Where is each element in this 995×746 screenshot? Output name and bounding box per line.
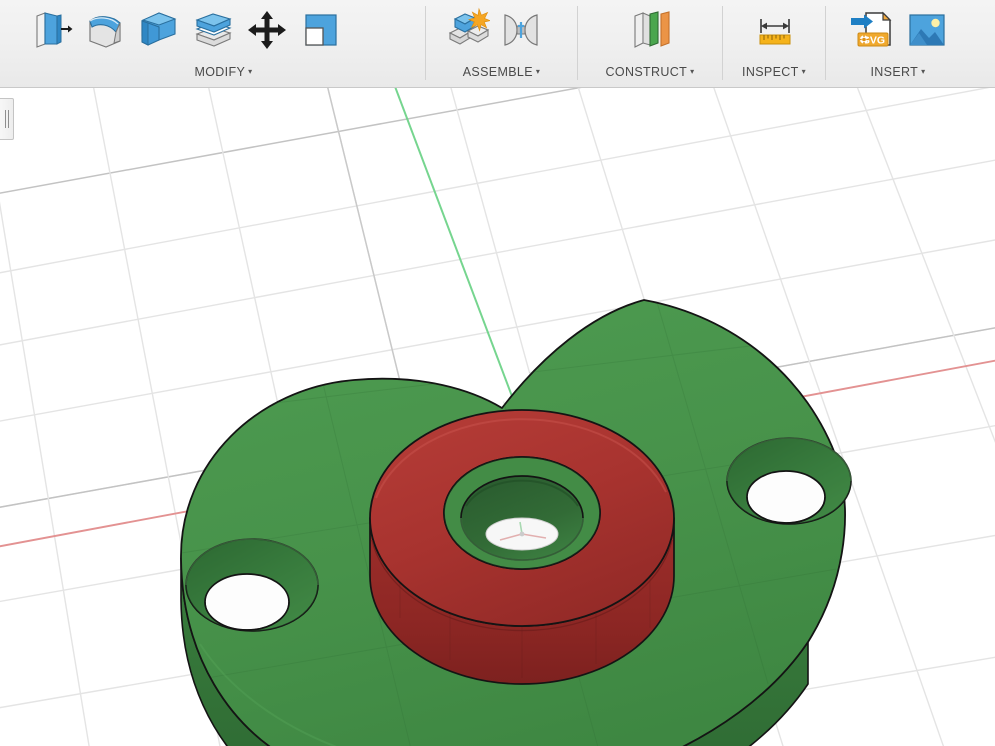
insert-canvas-icon[interactable]: [900, 3, 954, 57]
chevron-down-icon: ▾: [690, 67, 694, 76]
center-through-bore[interactable]: [444, 457, 600, 569]
chevron-down-icon: ▾: [802, 67, 806, 76]
3d-viewport[interactable]: [0, 88, 995, 746]
ribbon-panel-modify: MODIFY▾: [22, 0, 425, 88]
offset-plane-icon[interactable]: [624, 3, 678, 57]
ribbon-panel-inspect: INSPECT▾: [725, 0, 823, 88]
panel-divider: [425, 6, 426, 80]
align-icon[interactable]: [294, 3, 348, 57]
grip-line: [5, 110, 6, 128]
ribbon-panel-insert: SVG: [828, 0, 968, 88]
collapse-browser-panel-handle[interactable]: [0, 98, 14, 140]
ribbon-panel-label-inspect[interactable]: INSPECT▾: [725, 65, 823, 79]
ribbon-panel-label-modify[interactable]: MODIFY▾: [22, 65, 425, 79]
chevron-down-icon: ▾: [248, 67, 252, 76]
panel-label-text: CONSTRUCT: [606, 65, 688, 79]
press-pull-icon[interactable]: [24, 3, 78, 57]
panel-label-text: ASSEMBLE: [463, 65, 533, 79]
chevron-down-icon: ▾: [921, 67, 925, 76]
countersunk-hole-left[interactable]: [186, 539, 318, 631]
countersunk-hole-right[interactable]: [727, 438, 851, 524]
split-body-icon[interactable]: [186, 3, 240, 57]
ribbon-panel-label-insert[interactable]: INSERT▾: [828, 65, 968, 79]
cad-application-window: { "ribbon": { "panels": [ { "id": "modif…: [0, 0, 995, 746]
new-component-icon[interactable]: [440, 3, 494, 57]
move-copy-icon[interactable]: [240, 3, 294, 57]
panel-label-text: INSPECT: [742, 65, 799, 79]
ribbon-toolbar: MODIFY▾: [0, 0, 995, 88]
joint-icon[interactable]: [494, 3, 548, 57]
panel-divider: [825, 6, 826, 80]
ribbon-panel-label-construct[interactable]: CONSTRUCT▾: [580, 65, 720, 79]
measure-icon[interactable]: [748, 3, 802, 57]
ribbon-panel-construct: CONSTRUCT▾: [580, 0, 720, 88]
panel-label-text: MODIFY: [194, 65, 245, 79]
cad-model[interactable]: [0, 88, 995, 746]
grip-line: [8, 110, 9, 128]
insert-svg-icon[interactable]: SVG: [846, 3, 900, 57]
fillet-icon[interactable]: [78, 3, 132, 57]
panel-label-text: INSERT: [870, 65, 918, 79]
combine-icon[interactable]: [132, 3, 186, 57]
panel-divider: [577, 6, 578, 80]
ribbon-panel-label-assemble[interactable]: ASSEMBLE▾: [428, 65, 575, 79]
ribbon-panel-assemble: ASSEMBLE▾: [428, 0, 575, 88]
chevron-down-icon: ▾: [536, 67, 540, 76]
panel-divider: [722, 6, 723, 80]
